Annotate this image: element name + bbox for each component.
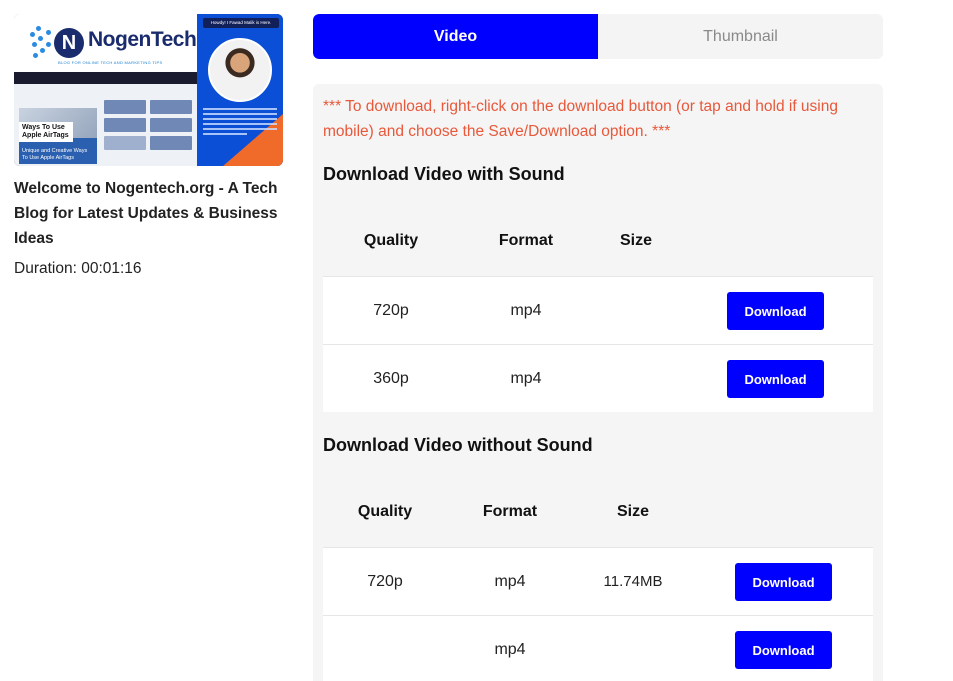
header-quality: Quality — [363, 232, 419, 249]
thumbnail-tiles — [104, 100, 194, 162]
cell-format: mp4 — [510, 302, 542, 319]
cell-format: mp4 — [510, 370, 542, 387]
logo-tagline: BLOG FOR ONLINE TECH AND MARKETING TIPS — [58, 60, 163, 65]
table-row: 720p mp4 11.74MB Download — [323, 547, 873, 615]
tab-thumbnail[interactable]: Thumbnail — [598, 14, 883, 59]
author-bubble: Howdy! I Fawad Malik is Here. — [203, 18, 279, 28]
table-row: mp4 Download — [323, 615, 873, 681]
header-size: Size — [616, 503, 650, 520]
header-format: Format — [498, 232, 554, 249]
download-button[interactable]: Download — [735, 563, 832, 601]
video-title: Welcome to Nogentech.org - A Tech Blog f… — [14, 180, 278, 247]
thumbnail-site-preview: N NogenTech BLOG FOR ONLINE TECH AND MAR… — [14, 14, 197, 166]
header-quality: Quality — [357, 503, 413, 520]
header-format: Format — [482, 503, 538, 520]
author-bio — [203, 108, 277, 138]
section-title-with-sound: Download Video with Sound — [323, 164, 565, 184]
thumbnail-nav-bar — [14, 72, 197, 84]
logo-letter: N — [54, 28, 84, 58]
thumbnail-logo-bar: N NogenTech BLOG FOR ONLINE TECH AND MAR… — [14, 14, 197, 72]
table-header-with-sound: Quality Format Size — [323, 232, 873, 272]
download-panel: *** To download, right-click on the down… — [313, 84, 883, 681]
download-button[interactable]: Download — [727, 360, 824, 398]
cell-quality: 360p — [373, 370, 409, 387]
tab-video[interactable]: Video — [313, 14, 598, 59]
download-button[interactable]: Download — [727, 292, 824, 330]
table-header-without-sound: Quality Format Size — [323, 503, 873, 543]
cell-quality: 720p — [367, 573, 403, 590]
video-duration: Duration: 00:01:16 — [14, 260, 142, 277]
table-row: 720p mp4 Download — [323, 276, 873, 344]
video-thumbnail: N NogenTech BLOG FOR ONLINE TECH AND MAR… — [14, 14, 283, 166]
cell-size: 11.74MB — [603, 573, 663, 590]
cell-format: mp4 — [494, 573, 526, 590]
download-button[interactable]: Download — [735, 631, 832, 669]
logo-dots-icon — [30, 26, 56, 60]
cell-quality: 720p — [373, 302, 409, 319]
thumbnail-author-panel: Howdy! I Fawad Malik is Here. — [197, 14, 283, 166]
cell-format: mp4 — [494, 641, 526, 658]
thumbnail-card-label: Ways To Use Apple AirTags — [19, 122, 73, 142]
tab-bar: Video Thumbnail — [313, 14, 883, 59]
author-portrait — [208, 38, 272, 102]
header-size: Size — [619, 232, 653, 249]
download-notice: *** To download, right-click on the down… — [323, 98, 838, 140]
table-row: 360p mp4 Download — [323, 344, 873, 412]
logo-text: NogenTech — [88, 28, 197, 51]
section-title-without-sound: Download Video without Sound — [323, 435, 593, 455]
thumbnail-card-subtitle: Unique and Creative Ways To Use Apple Ai… — [22, 148, 88, 161]
